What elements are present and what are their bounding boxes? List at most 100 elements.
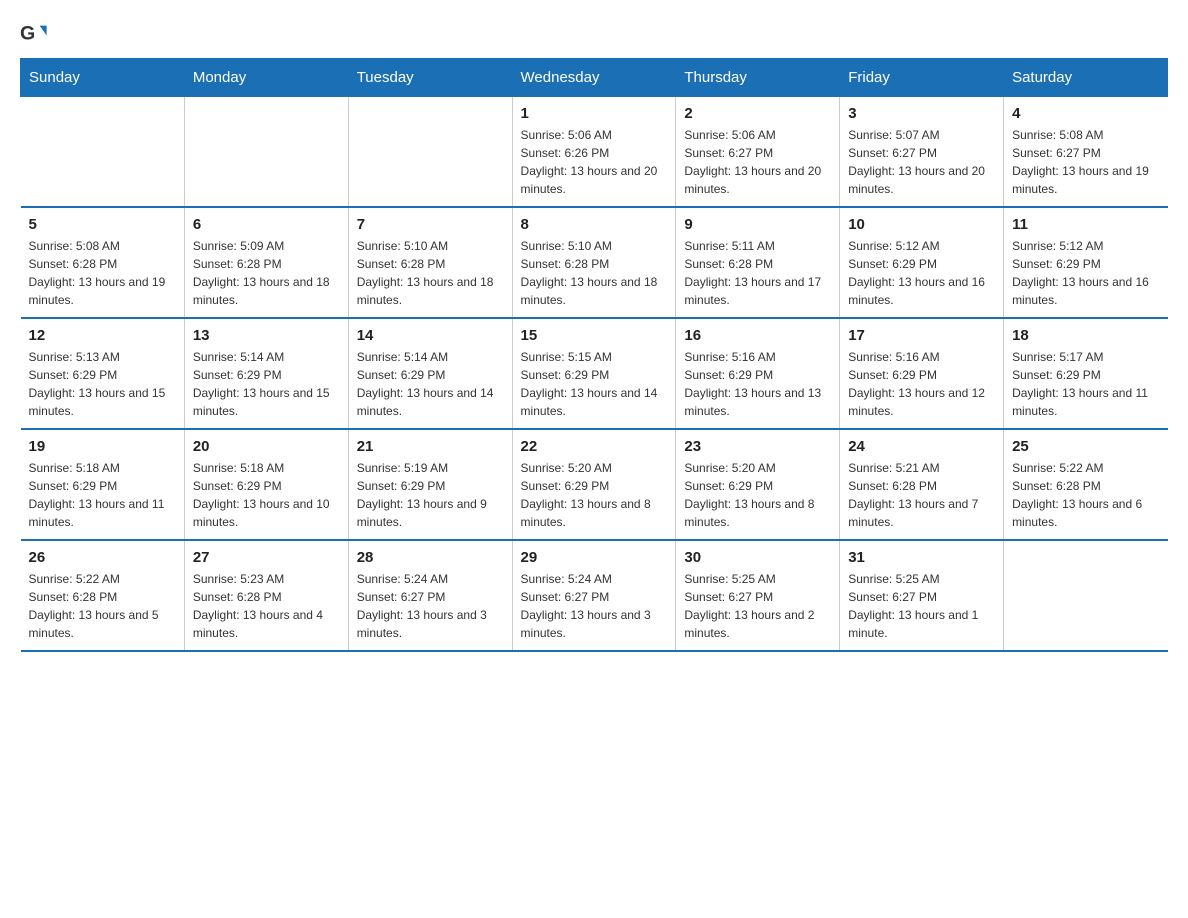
weekday-header-sunday: Sunday [21,59,185,97]
calendar-table: SundayMondayTuesdayWednesdayThursdayFrid… [20,58,1168,652]
day-info: Sunrise: 5:08 AM Sunset: 6:28 PM Dayligh… [29,237,176,309]
day-number: 23 [684,438,831,455]
day-info: Sunrise: 5:24 AM Sunset: 6:27 PM Dayligh… [357,570,504,642]
calendar-cell: 21 Sunrise: 5:19 AM Sunset: 6:29 PM Dayli… [348,429,512,540]
calendar-cell: 18 Sunrise: 5:17 AM Sunset: 6:29 PM Dayli… [1004,318,1168,429]
day-number: 11 [1012,216,1159,233]
day-info: Sunrise: 5:18 AM Sunset: 6:29 PM Dayligh… [193,459,340,531]
day-number: 18 [1012,327,1159,344]
weekday-header-saturday: Saturday [1004,59,1168,97]
day-info: Sunrise: 5:22 AM Sunset: 6:28 PM Dayligh… [1012,459,1159,531]
day-info: Sunrise: 5:10 AM Sunset: 6:28 PM Dayligh… [357,237,504,309]
day-number: 13 [193,327,340,344]
day-info: Sunrise: 5:08 AM Sunset: 6:27 PM Dayligh… [1012,126,1159,198]
calendar-cell: 31 Sunrise: 5:25 AM Sunset: 6:27 PM Dayli… [840,540,1004,651]
calendar-cell: 29 Sunrise: 5:24 AM Sunset: 6:27 PM Dayli… [512,540,676,651]
day-number: 15 [521,327,668,344]
weekday-header-friday: Friday [840,59,1004,97]
calendar-cell: 16Sunrise: 5:16 AM Sunset: 6:29 PM Dayli… [676,318,840,429]
calendar-cell: 27 Sunrise: 5:23 AM Sunset: 6:28 PM Dayli… [184,540,348,651]
calendar-cell: 6 Sunrise: 5:09 AM Sunset: 6:28 PM Daylig… [184,207,348,318]
calendar-cell: 19 Sunrise: 5:18 AM Sunset: 6:29 PM Dayli… [21,429,185,540]
day-info: Sunrise: 5:20 AM Sunset: 6:29 PM Dayligh… [684,459,831,531]
calendar-cell [348,97,512,208]
calendar-cell: 2 Sunrise: 5:06 AM Sunset: 6:27 PM Daylig… [676,97,840,208]
day-number: 29 [521,549,668,566]
calendar-cell: 20 Sunrise: 5:18 AM Sunset: 6:29 PM Dayli… [184,429,348,540]
day-info: Sunrise: 5:14 AM Sunset: 6:29 PM Dayligh… [193,348,340,420]
day-number: 28 [357,549,504,566]
calendar-cell: 12Sunrise: 5:13 AM Sunset: 6:29 PM Dayli… [21,318,185,429]
day-info: Sunrise: 5:19 AM Sunset: 6:29 PM Dayligh… [357,459,504,531]
calendar-week-row: 19 Sunrise: 5:18 AM Sunset: 6:29 PM Dayli… [21,429,1168,540]
svg-text:G: G [20,23,35,45]
day-number: 3 [848,105,995,122]
day-number: 4 [1012,105,1159,122]
day-number: 27 [193,549,340,566]
calendar-cell: 1 Sunrise: 5:06 AM Sunset: 6:26 PM Daylig… [512,97,676,208]
day-number: 24 [848,438,995,455]
day-number: 31 [848,549,995,566]
day-info: Sunrise: 5:18 AM Sunset: 6:29 PM Dayligh… [29,459,176,531]
calendar-body: 1 Sunrise: 5:06 AM Sunset: 6:26 PM Daylig… [21,97,1168,652]
day-number: 12 [29,327,176,344]
day-info: Sunrise: 5:06 AM Sunset: 6:26 PM Dayligh… [521,126,668,198]
day-info: Sunrise: 5:09 AM Sunset: 6:28 PM Dayligh… [193,237,340,309]
calendar-cell: 14 Sunrise: 5:14 AM Sunset: 6:29 PM Dayli… [348,318,512,429]
day-info: Sunrise: 5:15 AM Sunset: 6:29 PM Dayligh… [521,348,668,420]
day-info: Sunrise: 5:24 AM Sunset: 6:27 PM Dayligh… [521,570,668,642]
day-info: Sunrise: 5:12 AM Sunset: 6:29 PM Dayligh… [848,237,995,309]
day-number: 26 [29,549,176,566]
page-header: G [20,20,1168,48]
day-info: Sunrise: 5:17 AM Sunset: 6:29 PM Dayligh… [1012,348,1159,420]
day-info: Sunrise: 5:21 AM Sunset: 6:28 PM Dayligh… [848,459,995,531]
weekday-header-row: SundayMondayTuesdayWednesdayThursdayFrid… [21,59,1168,97]
calendar-cell: 5Sunrise: 5:08 AM Sunset: 6:28 PM Daylig… [21,207,185,318]
day-info: Sunrise: 5:20 AM Sunset: 6:29 PM Dayligh… [521,459,668,531]
day-info: Sunrise: 5:25 AM Sunset: 6:27 PM Dayligh… [848,570,995,642]
day-number: 6 [193,216,340,233]
calendar-week-row: 5Sunrise: 5:08 AM Sunset: 6:28 PM Daylig… [21,207,1168,318]
day-number: 14 [357,327,504,344]
day-number: 17 [848,327,995,344]
day-info: Sunrise: 5:06 AM Sunset: 6:27 PM Dayligh… [684,126,831,198]
day-info: Sunrise: 5:07 AM Sunset: 6:27 PM Dayligh… [848,126,995,198]
day-number: 1 [521,105,668,122]
calendar-cell: 8 Sunrise: 5:10 AM Sunset: 6:28 PM Daylig… [512,207,676,318]
logo-icon: G [20,20,48,48]
calendar-cell: 28 Sunrise: 5:24 AM Sunset: 6:27 PM Dayli… [348,540,512,651]
weekday-header-monday: Monday [184,59,348,97]
day-info: Sunrise: 5:23 AM Sunset: 6:28 PM Dayligh… [193,570,340,642]
day-number: 10 [848,216,995,233]
calendar-cell: 22 Sunrise: 5:20 AM Sunset: 6:29 PM Dayli… [512,429,676,540]
logo: G [20,20,52,48]
calendar-cell: 3 Sunrise: 5:07 AM Sunset: 6:27 PM Daylig… [840,97,1004,208]
weekday-header-tuesday: Tuesday [348,59,512,97]
calendar-cell [1004,540,1168,651]
day-number: 19 [29,438,176,455]
day-number: 20 [193,438,340,455]
day-number: 30 [684,549,831,566]
calendar-cell: 15 Sunrise: 5:15 AM Sunset: 6:29 PM Dayli… [512,318,676,429]
day-info: Sunrise: 5:10 AM Sunset: 6:28 PM Dayligh… [521,237,668,309]
weekday-header-wednesday: Wednesday [512,59,676,97]
day-number: 9 [684,216,831,233]
day-info: Sunrise: 5:14 AM Sunset: 6:29 PM Dayligh… [357,348,504,420]
day-number: 22 [521,438,668,455]
calendar-cell: 9Sunrise: 5:11 AM Sunset: 6:28 PM Daylig… [676,207,840,318]
day-number: 8 [521,216,668,233]
calendar-cell: 26Sunrise: 5:22 AM Sunset: 6:28 PM Dayli… [21,540,185,651]
day-number: 25 [1012,438,1159,455]
calendar-cell: 13 Sunrise: 5:14 AM Sunset: 6:29 PM Dayli… [184,318,348,429]
calendar-cell: 10 Sunrise: 5:12 AM Sunset: 6:29 PM Dayli… [840,207,1004,318]
day-info: Sunrise: 5:16 AM Sunset: 6:29 PM Dayligh… [848,348,995,420]
day-number: 21 [357,438,504,455]
calendar-cell [21,97,185,208]
day-number: 2 [684,105,831,122]
calendar-cell: 4 Sunrise: 5:08 AM Sunset: 6:27 PM Daylig… [1004,97,1168,208]
calendar-cell: 24 Sunrise: 5:21 AM Sunset: 6:28 PM Dayli… [840,429,1004,540]
calendar-cell: 30Sunrise: 5:25 AM Sunset: 6:27 PM Dayli… [676,540,840,651]
calendar-cell: 17 Sunrise: 5:16 AM Sunset: 6:29 PM Dayli… [840,318,1004,429]
calendar-cell: 23 Sunrise: 5:20 AM Sunset: 6:29 PM Dayli… [676,429,840,540]
weekday-header-thursday: Thursday [676,59,840,97]
